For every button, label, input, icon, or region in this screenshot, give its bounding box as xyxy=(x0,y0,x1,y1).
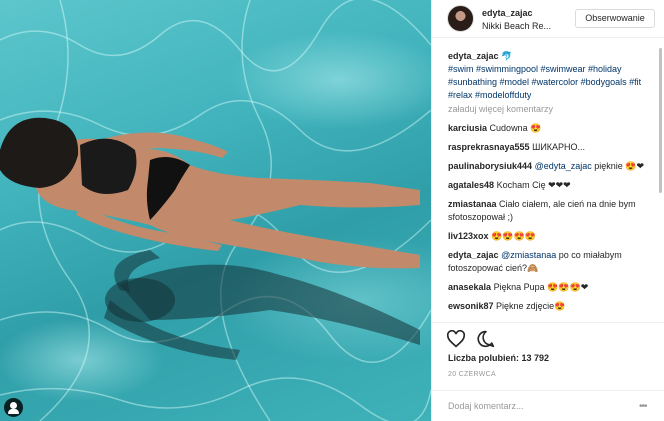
comment: paulinaborysiuk444 @edyta_zajac pięknie … xyxy=(448,160,654,173)
comment: rasprekrasnaya555 ШИКАРНО... xyxy=(448,141,654,154)
comment-username[interactable]: zmiastanaa xyxy=(448,199,497,209)
comment: karciusia Cudowna 😍 xyxy=(448,122,654,135)
caption-hashtags[interactable]: #swim #swimmingpool #swimwear #holiday #… xyxy=(448,63,654,102)
header-location[interactable]: Nikki Beach Re... xyxy=(482,21,551,31)
comment-mention[interactable]: @edyta_zajac xyxy=(535,161,592,171)
header-username[interactable]: edyta_zajac xyxy=(482,8,533,18)
comment-text: pięknie 😍❤ xyxy=(591,161,645,171)
post-actions: Liczba polubień: 13 792 20 CZERWCA xyxy=(432,322,664,382)
comment-username[interactable]: edyta_zajac xyxy=(448,250,499,260)
comment-mention[interactable]: @zmiastanaa xyxy=(501,250,556,260)
comments-list: edyta_zajac 🐬 #swim #swimmingpool #swimw… xyxy=(448,50,654,322)
comment: anasekala Piękna Pupa 😍😍😍❤ xyxy=(448,281,654,294)
comment-username[interactable]: agatales48 xyxy=(448,180,494,190)
like-heart-icon[interactable] xyxy=(446,329,466,350)
avatar[interactable] xyxy=(447,5,474,32)
follow-button[interactable]: Obserwowanie xyxy=(575,9,655,28)
load-more-comments-link[interactable]: załaduj więcej komentarzy xyxy=(448,103,654,116)
comment-username[interactable]: rasprekrasnaya555 xyxy=(448,142,530,152)
comment-text: Cudowna 😍 xyxy=(489,123,542,133)
comment: edyta_zajac @zmiastanaa po co miałabym f… xyxy=(448,249,654,275)
more-options-icon[interactable]: ••• xyxy=(639,401,647,412)
comment: zmiastanaa Ciało ciałem, ale cień na dni… xyxy=(448,198,654,224)
comment-text: Kocham Cię ❤❤❤ xyxy=(496,180,571,190)
comment-text: 😍😍😍😍 xyxy=(491,231,536,241)
caption-username[interactable]: edyta_zajac xyxy=(448,51,499,61)
comment-username[interactable]: ewsonik87 xyxy=(448,301,494,311)
swimmer-illustration xyxy=(0,0,431,421)
comment-text: Piękna Pupa 😍😍😍❤ xyxy=(493,282,589,292)
likes-count[interactable]: Liczba polubień: 13 792 xyxy=(448,353,549,363)
comment-text: Piękne zdjęcie😍 xyxy=(496,301,566,311)
caption: edyta_zajac 🐬 xyxy=(448,50,654,63)
comment-username[interactable]: karciusia xyxy=(448,123,487,133)
post-header: edyta_zajac Nikki Beach Re... Obserwowan… xyxy=(432,0,664,38)
user-tag-icon[interactable] xyxy=(4,398,23,417)
add-comment-input[interactable] xyxy=(448,399,628,413)
comment-username[interactable]: paulinaborysiuk444 xyxy=(448,161,532,171)
comment-bubble-icon[interactable] xyxy=(476,330,496,350)
comment: ewsonik87 Piękne zdjęcie😍 xyxy=(448,300,654,313)
comment-username[interactable]: liv123xox xyxy=(448,231,489,241)
comment: liv123xox 😍😍😍😍 xyxy=(448,230,654,243)
add-comment-bar: ••• xyxy=(432,390,664,421)
caption-emoji: 🐬 xyxy=(501,51,513,61)
comment: agatales48 Kocham Cię ❤❤❤ xyxy=(448,179,654,192)
comment-text: ШИКАРНО... xyxy=(532,142,586,152)
comment-username[interactable]: anasekala xyxy=(448,282,491,292)
comments-scrollbar[interactable] xyxy=(659,48,662,193)
post-side-panel: edyta_zajac Nikki Beach Re... Obserwowan… xyxy=(431,0,664,421)
post-photo[interactable] xyxy=(0,0,431,421)
post-date[interactable]: 20 CZERWCA xyxy=(448,371,496,378)
